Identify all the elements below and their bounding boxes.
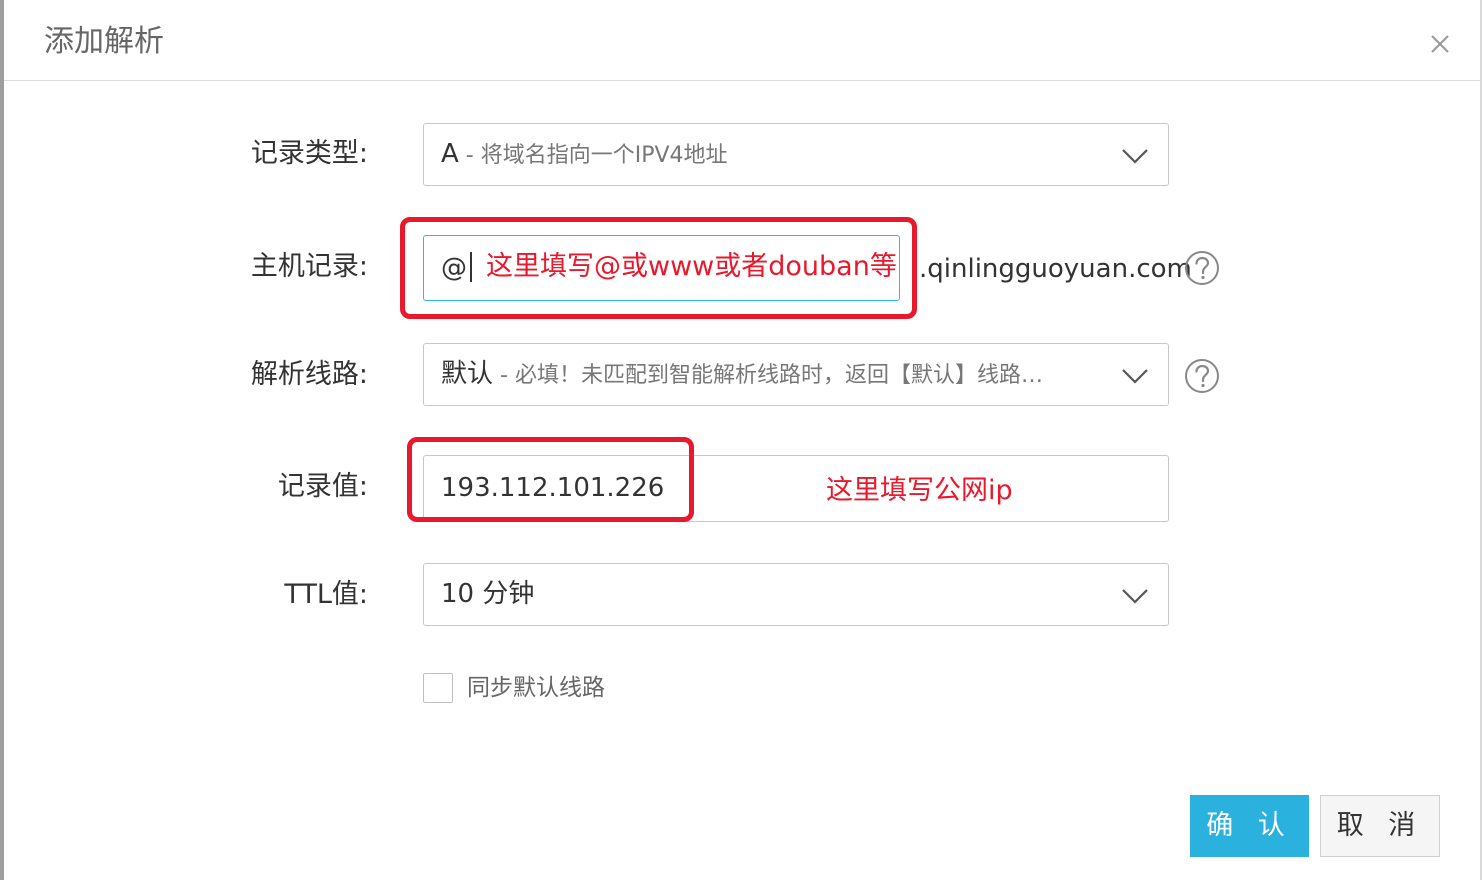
close-icon[interactable] [1426,30,1454,58]
record-type-hint: - 将域名指向一个IPV4地址 [458,143,728,168]
ttl-select[interactable]: 10 分钟 [423,563,1169,626]
record-value-label: 记录值: [277,471,368,502]
sync-default-line-checkbox[interactable] [423,673,453,703]
line-hint: - 必填！未匹配到智能解析线路时，返回【默认】线路… [493,363,1043,388]
chevron-down-icon [1122,369,1148,384]
dialog-title: 添加解析 [44,24,164,59]
window-left-edge [0,0,4,880]
confirm-button[interactable]: 确 认 [1190,795,1309,857]
domain-suffix: .qinlingguoyuan.com [919,254,1192,284]
host-record-highlight-box [400,217,917,319]
ttl-label: TTL值: [284,579,368,610]
header-divider [4,80,1480,81]
help-icon[interactable] [1184,250,1220,286]
record-type-value: A [441,139,459,169]
record-value-highlight-box [407,437,694,522]
record-type-select[interactable]: A - 将域名指向一个IPV4地址 [423,123,1169,186]
cancel-button[interactable]: 取 消 [1320,795,1440,857]
record-type-label: 记录类型: [250,138,368,169]
chevron-down-icon [1122,589,1148,604]
ttl-value: 10 分钟 [441,579,535,609]
help-icon[interactable] [1184,358,1220,394]
chevron-down-icon [1122,149,1148,164]
host-record-label: 主机记录: [250,251,368,282]
record-value-annotation: 这里填写公网ip [826,475,1013,506]
line-value: 默认 [441,359,494,389]
line-select[interactable]: 默认 - 必填！未匹配到智能解析线路时，返回【默认】线路… [423,343,1169,406]
line-label: 解析线路: [250,359,368,390]
sync-default-line-label[interactable]: 同步默认线路 [467,672,605,704]
